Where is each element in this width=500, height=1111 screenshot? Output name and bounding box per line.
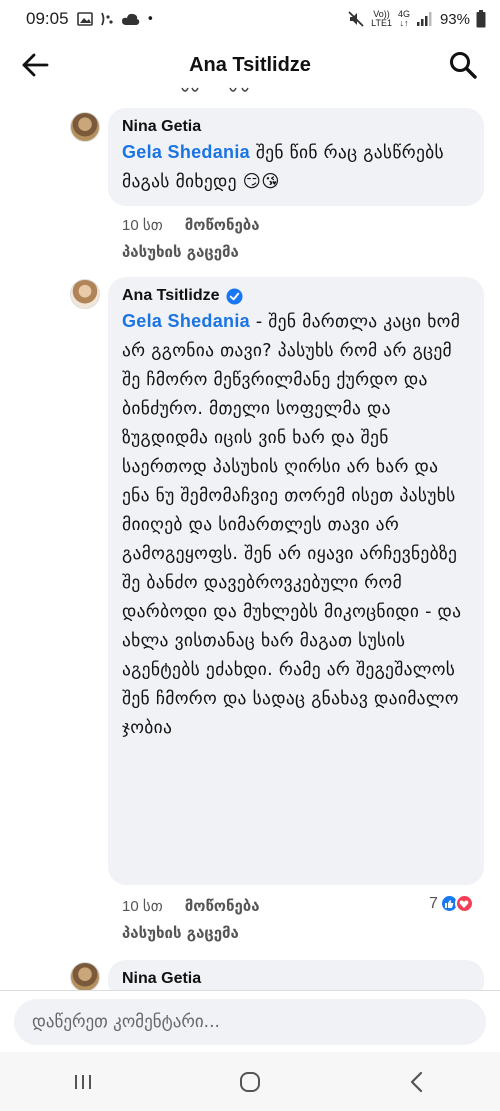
comment-author: Ana Tsitlidze (122, 287, 470, 305)
comment-text: Gela Shedania - შენ მართლა კაცი ხომ არ გ… (122, 307, 470, 743)
volte-bottom: LTE1 (371, 18, 392, 28)
comment-bubble: Nina Getia Gela Shedania შენ წინ რაც გას… (108, 108, 484, 206)
signal-icon (416, 12, 432, 26)
love-reaction-icon (454, 894, 474, 913)
mention-link[interactable]: Gela Shedania (122, 142, 250, 162)
back-button[interactable] (397, 1062, 437, 1102)
network-type: 4G ↓↑ (397, 9, 410, 28)
notification-icons: • (76, 11, 155, 27)
avatar[interactable] (70, 962, 100, 992)
like-button[interactable]: მოწონება (185, 216, 260, 234)
system-navigation-bar (0, 1052, 500, 1111)
battery-icon (476, 10, 486, 28)
comment-actions: 10 სთ მოწონება (122, 216, 260, 234)
comment-author[interactable]: Nina Getia (122, 970, 470, 988)
page-title: Ana Tsitlidze (189, 53, 311, 76)
comment-author[interactable]: Nina Getia (122, 118, 470, 136)
mention-link[interactable]: Gela Shedania (122, 311, 250, 331)
comment-author-name[interactable]: Ana Tsitlidze (122, 287, 220, 305)
top-app-bar: Ana Tsitlidze (0, 38, 500, 92)
comment-bubble: Ana Tsitlidze Gela Shedania - შენ მართლა… (108, 277, 484, 885)
system-icons: Vo)) LTE1 4G ↓↑ 93% (347, 10, 486, 28)
reply-button[interactable]: პასუხის გაცემა (122, 243, 239, 261)
avatar[interactable] (70, 112, 100, 142)
recent-apps-button[interactable] (63, 1062, 103, 1102)
comment-input[interactable]: დაწერეთ კომენტარი... (14, 999, 486, 1045)
volte-indicator: Vo)) LTE1 (371, 10, 392, 28)
like-button[interactable]: მოწონება (185, 897, 260, 915)
comment-time: 10 სთ (122, 217, 163, 234)
comment-text: Gela Shedania შენ წინ რაც გასწრებს მაგას… (122, 138, 470, 197)
gallery-icon (76, 12, 93, 26)
back-arrow-icon[interactable] (20, 50, 50, 80)
comment-composer-bar: დაწერეთ კომენტარი... (0, 990, 500, 1052)
reply-button[interactable]: პასუხის გაცემა (122, 924, 239, 942)
reaction-summary[interactable]: 7 (429, 894, 474, 913)
back-chevron-icon (410, 1071, 422, 1092)
comment-body: - შენ მართლა კაცი ხომ არ გგონია თავი? პა… (122, 312, 462, 738)
battery-percent: 93% (439, 10, 470, 28)
cut-off-previous-text (181, 87, 249, 92)
home-button[interactable] (230, 1062, 270, 1102)
comment-actions: 10 სთ მოწონება (122, 897, 260, 915)
comment-time: 10 სთ (122, 898, 163, 915)
search-icon[interactable] (448, 50, 478, 80)
verified-badge-icon (225, 287, 243, 305)
recent-apps-icon (75, 1074, 92, 1089)
home-icon (239, 1071, 260, 1092)
voicemail-icon (100, 12, 113, 26)
status-dot: • (146, 11, 155, 27)
status-bar: 09:05 • Vo)) LTE1 4G ↓↑ 93% (0, 0, 500, 38)
network-label: 4G (397, 9, 410, 19)
status-time: 09:05 (26, 9, 69, 28)
reaction-count: 7 (429, 894, 438, 912)
cloud-icon (121, 13, 139, 25)
avatar[interactable] (70, 279, 100, 309)
mute-icon (348, 11, 364, 27)
